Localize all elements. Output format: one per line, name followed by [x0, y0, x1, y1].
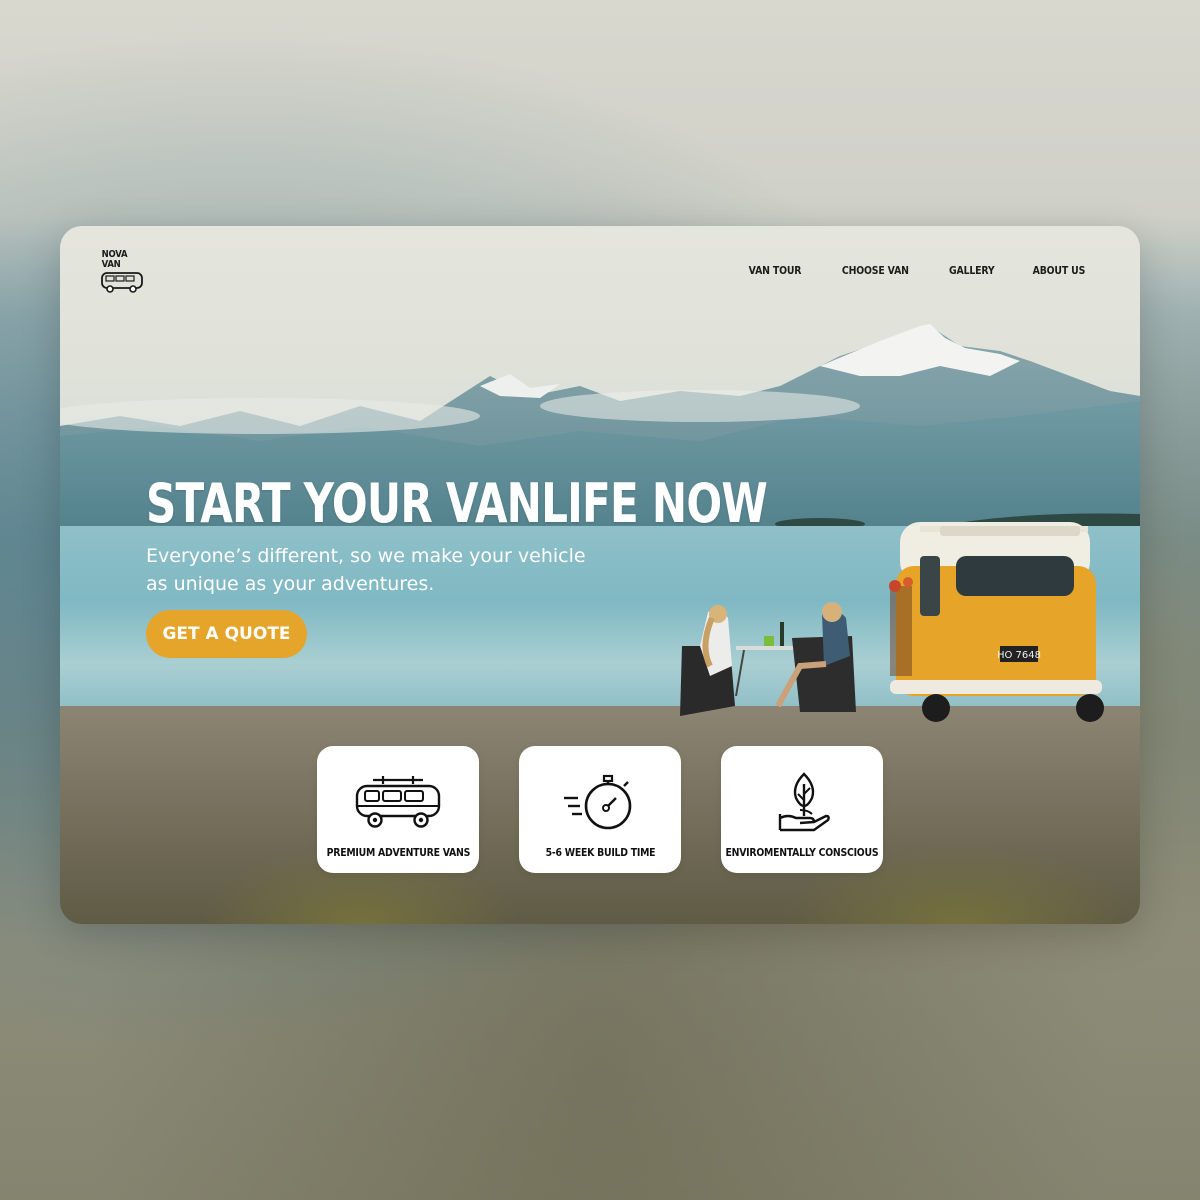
feature-label: ENVIROMENTALLY CONSCIOUS — [725, 846, 879, 859]
stopwatch-icon — [564, 774, 632, 830]
van-icon — [101, 272, 143, 293]
feature-label: PREMIUM ADVENTURE VANS — [326, 846, 470, 859]
nav-about-us[interactable]: ABOUT US — [1033, 264, 1086, 277]
feature-card-eco[interactable]: ENVIROMENTALLY CONSCIOUS — [721, 746, 883, 873]
nav-van-tour[interactable]: VAN TOUR — [749, 264, 802, 277]
brand-logo[interactable]: NOVA VAN — [98, 250, 146, 294]
hero-card: HO 7648 NOVA VAN VAN TOUR CHOOSE VAN GAL… — [60, 226, 1140, 924]
feature-label: 5-6 WEEK BUILD TIME — [545, 846, 655, 859]
plant-in-hand-icon — [778, 772, 830, 832]
main-nav: VAN TOUR CHOOSE VAN GALLERY ABOUT US — [744, 264, 1090, 277]
brand-name: NOVA VAN — [101, 249, 128, 270]
hero-subtitle: Everyone’s different, so we make your ve… — [146, 545, 586, 595]
feature-card-premium-vans[interactable]: PREMIUM ADVENTURE VANS — [317, 746, 479, 873]
feature-card-build-time[interactable]: 5-6 WEEK BUILD TIME — [519, 746, 681, 873]
nav-gallery[interactable]: GALLERY — [949, 264, 995, 277]
van-icon — [355, 776, 441, 828]
get-a-quote-button[interactable]: GET A QUOTE — [146, 610, 307, 658]
hero-title: START YOUR VANLIFE NOW — [146, 472, 768, 535]
nav-choose-van[interactable]: CHOOSE VAN — [842, 264, 909, 277]
feature-cards: PREMIUM ADVENTURE VANS 5-6 WEEK BUILD TI… — [317, 746, 883, 873]
